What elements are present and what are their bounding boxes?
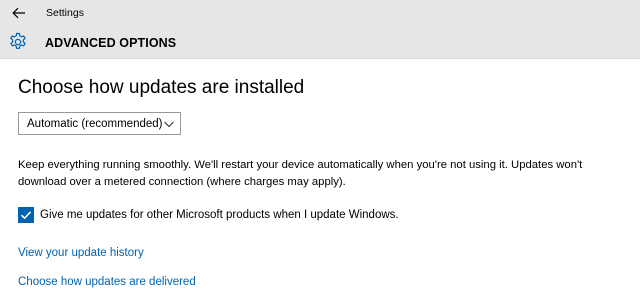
settings-window: Settings ADVANCED OPTIONS Choose how upd…	[0, 0, 640, 308]
page-title: ADVANCED OPTIONS	[45, 36, 177, 50]
ms-products-checkbox-row[interactable]: Give me updates for other Microsoft prod…	[18, 206, 399, 224]
back-arrow-icon	[12, 7, 25, 19]
checkmark-icon	[20, 211, 32, 220]
back-button[interactable]	[8, 3, 30, 23]
section-title: Choose how updates are installed	[18, 77, 305, 98]
install-description: Keep everything running smoothly. We'll …	[18, 159, 583, 188]
ms-products-checkbox-label: Give me updates for other Microsoft prod…	[40, 209, 399, 221]
gear-icon	[10, 32, 26, 49]
chevron-down-icon	[164, 121, 174, 128]
app-title: Settings	[46, 7, 84, 19]
view-update-history-link[interactable]: View your update history	[18, 246, 144, 260]
update-delivery-link[interactable]: Choose how updates are delivered	[18, 275, 196, 289]
install-mode-dropdown[interactable]: Automatic (recommended)	[18, 112, 181, 135]
page-header: ADVANCED OPTIONS	[0, 27, 640, 59]
dropdown-selected-value: Automatic (recommended)	[27, 118, 163, 130]
title-bar: Settings	[0, 0, 640, 27]
ms-products-checkbox[interactable]	[18, 207, 34, 223]
